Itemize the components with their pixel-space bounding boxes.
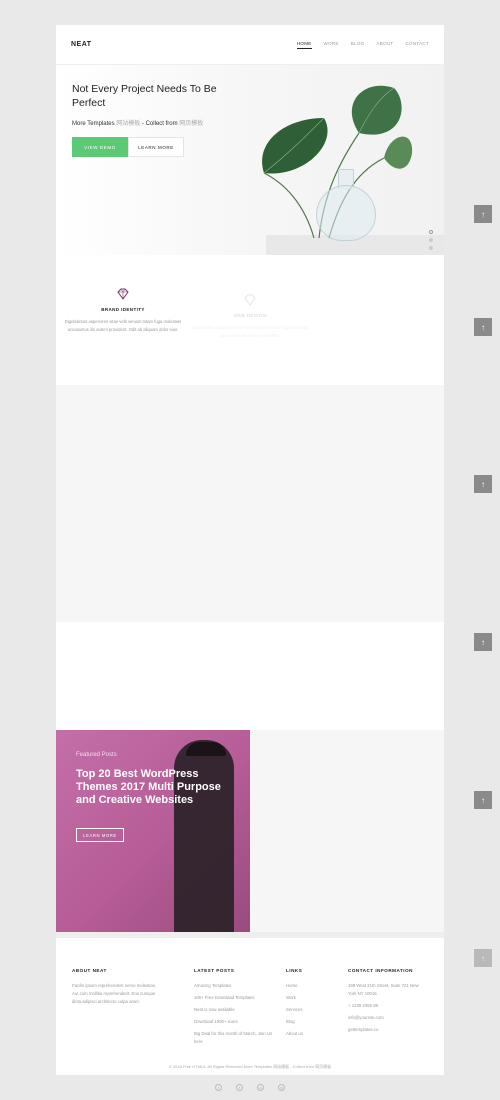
learn-more-button[interactable]: LEARN MORE [128,137,184,157]
footer-about-title: ABOUT NEAT [72,968,107,973]
scroll-top-button[interactable]: ↑ [474,318,492,336]
slider-dot-2[interactable] [429,238,433,242]
page-container: NEAT HOME WORK BLOG ABOUT CONTACT Not Ev… [56,25,444,1091]
footer-link-work[interactable]: Work [286,994,336,1002]
footer-contact-website[interactable]: gettemplates.co [348,1026,428,1034]
footer-post-link[interactable]: 100+ Free Download Templates [194,994,274,1002]
slider-dot-1[interactable] [429,230,433,234]
facebook-icon[interactable]: f [236,1084,243,1091]
footer-links-title: LINKS [286,968,303,973]
dribbble-icon[interactable]: ◎ [278,1084,285,1091]
footer-link-blog[interactable]: Blog [286,1018,336,1026]
hero-sub-link-1[interactable]: 网站模板 [116,121,140,127]
featured-label: Featured Posts [76,752,117,758]
footer-links: LINKS Home Work Services Blog About us [286,968,336,1042]
nav-item-about[interactable]: ABOUT [376,41,393,49]
feature-web-design: WEB DESIGN Dignissimos asperiores vitae … [185,293,315,340]
footer-contact-address: 198 West 21th Street, Suite 721 New York… [348,983,419,996]
main-nav: HOME WORK BLOG ABOUT CONTACT [296,41,429,49]
nav-item-contact[interactable]: CONTACT [405,41,429,49]
footer-contact-phone[interactable]: + 1235 2355 98 [348,1002,428,1010]
footer-link-about[interactable]: About us [286,1030,336,1038]
nav-item-blog[interactable]: BLOG [351,41,365,49]
footer-link-services[interactable]: Services [286,1006,336,1014]
feature-text: Dignissimos asperiores vitae velit venia… [191,325,309,338]
hero-sub-middle: - Collect from [141,121,178,127]
feature-title: WEB DESIGN [233,313,267,318]
social-links: t f in ◎ [56,1084,444,1091]
footer-contact: CONTACT INFORMATION 198 West 21th Street… [348,968,428,1038]
scroll-top-button[interactable]: ↑ [474,205,492,223]
features-section: BRAND IDENTITY Dignissimos asperiores vi… [56,255,444,385]
footer-contact-title: CONTACT INFORMATION [348,968,413,973]
hero-sub-prefix: More Templates [72,121,115,127]
footer-post-link[interactable]: Amazing Templates [194,982,274,990]
view-demo-button[interactable]: VIEW DEMO [72,137,128,157]
site-logo[interactable]: NEAT [71,41,92,48]
footer-about-text: Facilis ipsum reprehenderit nemo molesti… [72,983,157,1004]
hero-sub-link-2[interactable]: 网页模板 [179,121,203,127]
footer-posts-title: LATEST POSTS [194,968,235,973]
scroll-top-button[interactable]: ↑ [474,633,492,651]
hero-subtitle: More Templates 网站模板 - Collect from 网页模板 [72,118,203,127]
scroll-top-button[interactable]: ↑ [474,949,492,967]
diamond-icon [117,288,129,300]
featured-row: Featured Posts Top 20 Best WordPress The… [56,730,444,932]
gray-content-band [56,385,444,622]
hero-title: Not Every Project Needs To Be Perfect [72,83,217,109]
white-content-band [56,622,444,730]
footer-latest-posts: LATEST POSTS Amazing Templates 100+ Free… [194,968,274,1050]
nav-item-home[interactable]: HOME [296,41,312,49]
footer-link-home[interactable]: Home [286,982,336,990]
slider-dot-3[interactable] [429,246,433,250]
twitter-icon[interactable]: t [215,1084,222,1091]
site-footer: ABOUT NEAT Facilis ipsum reprehenderit n… [56,938,444,1091]
diamond-icon [244,294,256,306]
glass-vase [316,185,376,241]
footer-post-link[interactable]: Neat is now available [194,1006,274,1014]
linkedin-icon[interactable]: in [257,1084,264,1091]
footer-post-link[interactable]: Big Deal for this month of March, Join U… [194,1030,274,1046]
scroll-top-button[interactable]: ↑ [474,791,492,809]
featured-post-card[interactable]: Featured Posts Top 20 Best WordPress The… [56,730,250,932]
hero-section: Not Every Project Needs To Be Perfect Mo… [56,65,444,255]
post-photo-cap [186,742,226,756]
scroll-top-button[interactable]: ↑ [474,475,492,493]
nav-item-work[interactable]: WORK [324,41,339,49]
feature-text: Dignissimos asperiores vitae velit venia… [64,319,182,332]
copyright-text: © 2016 Free HTML5. All Rights Reserved.M… [168,1064,332,1069]
featured-post-title[interactable]: Top 20 Best WordPress Themes 2017 Multi … [76,768,236,807]
footer-about: ABOUT NEAT Facilis ipsum reprehenderit n… [72,968,162,1006]
feature-brand-identity: BRAND IDENTITY Dignissimos asperiores vi… [58,287,188,334]
footer-post-link[interactable]: Download 1000+ icons [194,1018,274,1026]
feature-title: BRAND IDENTITY [101,307,145,312]
footer-contact-email[interactable]: info@yoursite.com [348,1014,428,1022]
site-header: NEAT HOME WORK BLOG ABOUT CONTACT [56,25,444,65]
featured-learn-more-button[interactable]: LEARN MORE [76,828,124,842]
slider-dots [429,230,433,250]
